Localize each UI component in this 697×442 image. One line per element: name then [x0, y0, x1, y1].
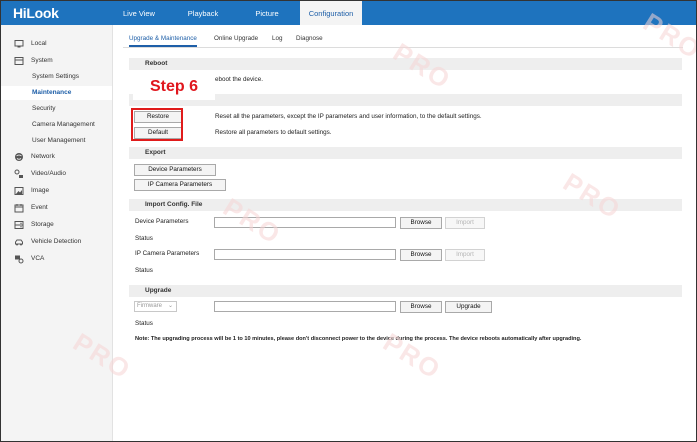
sidebar-item-maintenance[interactable]: Maintenance — [1, 86, 112, 100]
nav-tab-playback[interactable]: Playback — [181, 1, 225, 25]
sidebar-item-local[interactable]: Local — [1, 37, 112, 51]
tab-log[interactable]: Log — [272, 33, 283, 45]
sidebar-item-image[interactable]: Image — [1, 184, 112, 198]
sidebar-item-label: Image — [31, 187, 50, 194]
export-ip-camera-parameters-button[interactable]: IP Camera Parameters — [134, 179, 226, 191]
device-parameters-browse-button[interactable]: Browse — [400, 217, 442, 229]
sidebar-item-storage[interactable]: Storage — [1, 218, 112, 232]
default-description: Restore all parameters to default settin… — [215, 129, 332, 136]
car-icon — [14, 237, 24, 247]
nav-tab-configuration[interactable]: Configuration — [300, 1, 362, 25]
sidebar-item-label: Local — [31, 40, 47, 47]
step-annotation: Step 6 — [133, 73, 215, 100]
section-title: Reboot — [145, 60, 168, 67]
sidebar-item-video-audio[interactable]: Video/Audio — [1, 167, 112, 181]
device-parameters-import-button[interactable]: Import — [445, 217, 485, 229]
export-device-parameters-button[interactable]: Device Parameters — [134, 164, 216, 176]
sidebar-item-label: VCA — [31, 255, 45, 262]
hilook-logo: HiLook — [13, 5, 59, 21]
ip-camera-parameters-import-button[interactable]: Import — [445, 249, 485, 261]
upgrade-browse-button[interactable]: Browse — [400, 301, 442, 313]
sidebar: Local System System Settings Maintenance… — [1, 25, 113, 441]
reboot-description: eboot the device. — [215, 76, 263, 83]
upgrade-status-label: Status — [135, 320, 153, 327]
sidebar-item-system-settings[interactable]: System Settings — [1, 70, 112, 84]
device-parameters-file-input[interactable] — [214, 217, 396, 228]
sidebar-item-label: Video/Audio — [31, 170, 66, 177]
tab-divider — [123, 47, 683, 48]
sidebar-item-label: Event — [31, 204, 48, 211]
sidebar-item-label: User Management — [32, 137, 86, 144]
globe-icon — [14, 152, 24, 162]
storage-icon — [14, 220, 24, 230]
highlight-box — [131, 108, 183, 141]
section-reboot-header: Reboot — [129, 58, 682, 70]
video-audio-icon — [14, 169, 24, 179]
upgrade-file-input[interactable] — [214, 301, 396, 312]
upgrade-type-value: Firmware — [137, 303, 162, 309]
calendar-icon — [14, 203, 24, 213]
upgrade-type-select[interactable]: Firmware ⌄ — [134, 301, 177, 312]
ip-camera-parameters-file-input[interactable] — [214, 249, 396, 260]
tab-diagnose[interactable]: Diagnose — [296, 33, 323, 45]
section-import-header: Import Config. File — [129, 199, 682, 211]
sidebar-item-vca[interactable]: VCA — [1, 252, 112, 266]
section-export-header: Export — [129, 147, 682, 159]
system-icon — [14, 56, 24, 66]
section-title: Export — [145, 149, 166, 156]
sidebar-item-security[interactable]: Security — [1, 102, 112, 116]
sidebar-item-label: Camera Management — [32, 121, 95, 128]
sidebar-item-label: Security — [32, 105, 56, 112]
sidebar-item-event[interactable]: Event — [1, 201, 112, 215]
chevron-down-icon: ⌄ — [167, 303, 173, 309]
import-ip-status-label: Status — [135, 267, 153, 274]
sidebar-item-label: System — [31, 57, 53, 64]
monitor-icon — [14, 39, 24, 49]
top-navigation-bar: HiLook Live View Playback Picture Config… — [1, 1, 696, 25]
vca-icon — [14, 254, 24, 264]
sidebar-item-label: Maintenance — [32, 89, 72, 96]
ip-camera-parameters-browse-button[interactable]: Browse — [400, 249, 442, 261]
nav-tab-picture[interactable]: Picture — [245, 1, 289, 25]
upgrade-note: Note: The upgrading process will be 1 to… — [135, 336, 582, 342]
sidebar-item-label: Network — [31, 153, 55, 160]
import-ip-camera-parameters-label: IP Camera Parameters — [135, 250, 200, 257]
upgrade-button[interactable]: Upgrade — [445, 301, 492, 313]
section-upgrade-header: Upgrade — [129, 285, 682, 297]
section-title: Upgrade — [145, 287, 172, 294]
nav-tab-live-view[interactable]: Live View — [117, 1, 161, 25]
sidebar-item-system[interactable]: System — [1, 54, 112, 68]
app-window: HiLook Live View Playback Picture Config… — [0, 0, 697, 442]
sidebar-item-camera-management[interactable]: Camera Management — [1, 118, 112, 132]
tab-upgrade-maintenance[interactable]: Upgrade & Maintenance — [129, 33, 197, 47]
sidebar-item-user-management[interactable]: User Management — [1, 134, 112, 148]
sidebar-item-label: System Settings — [32, 73, 79, 80]
sidebar-item-label: Vehicle Detection — [31, 238, 82, 245]
import-status-label: Status — [135, 235, 153, 242]
section-title: Import Config. File — [145, 201, 203, 208]
sidebar-item-label: Storage — [31, 221, 54, 228]
image-icon — [14, 186, 24, 196]
tab-online-upgrade[interactable]: Online Upgrade — [214, 33, 258, 45]
import-device-parameters-label: Device Parameters — [135, 218, 189, 225]
sidebar-item-network[interactable]: Network — [1, 150, 112, 164]
sidebar-item-vehicle-detection[interactable]: Vehicle Detection — [1, 235, 112, 249]
restore-description: Reset all the parameters, except the IP … — [215, 113, 482, 120]
